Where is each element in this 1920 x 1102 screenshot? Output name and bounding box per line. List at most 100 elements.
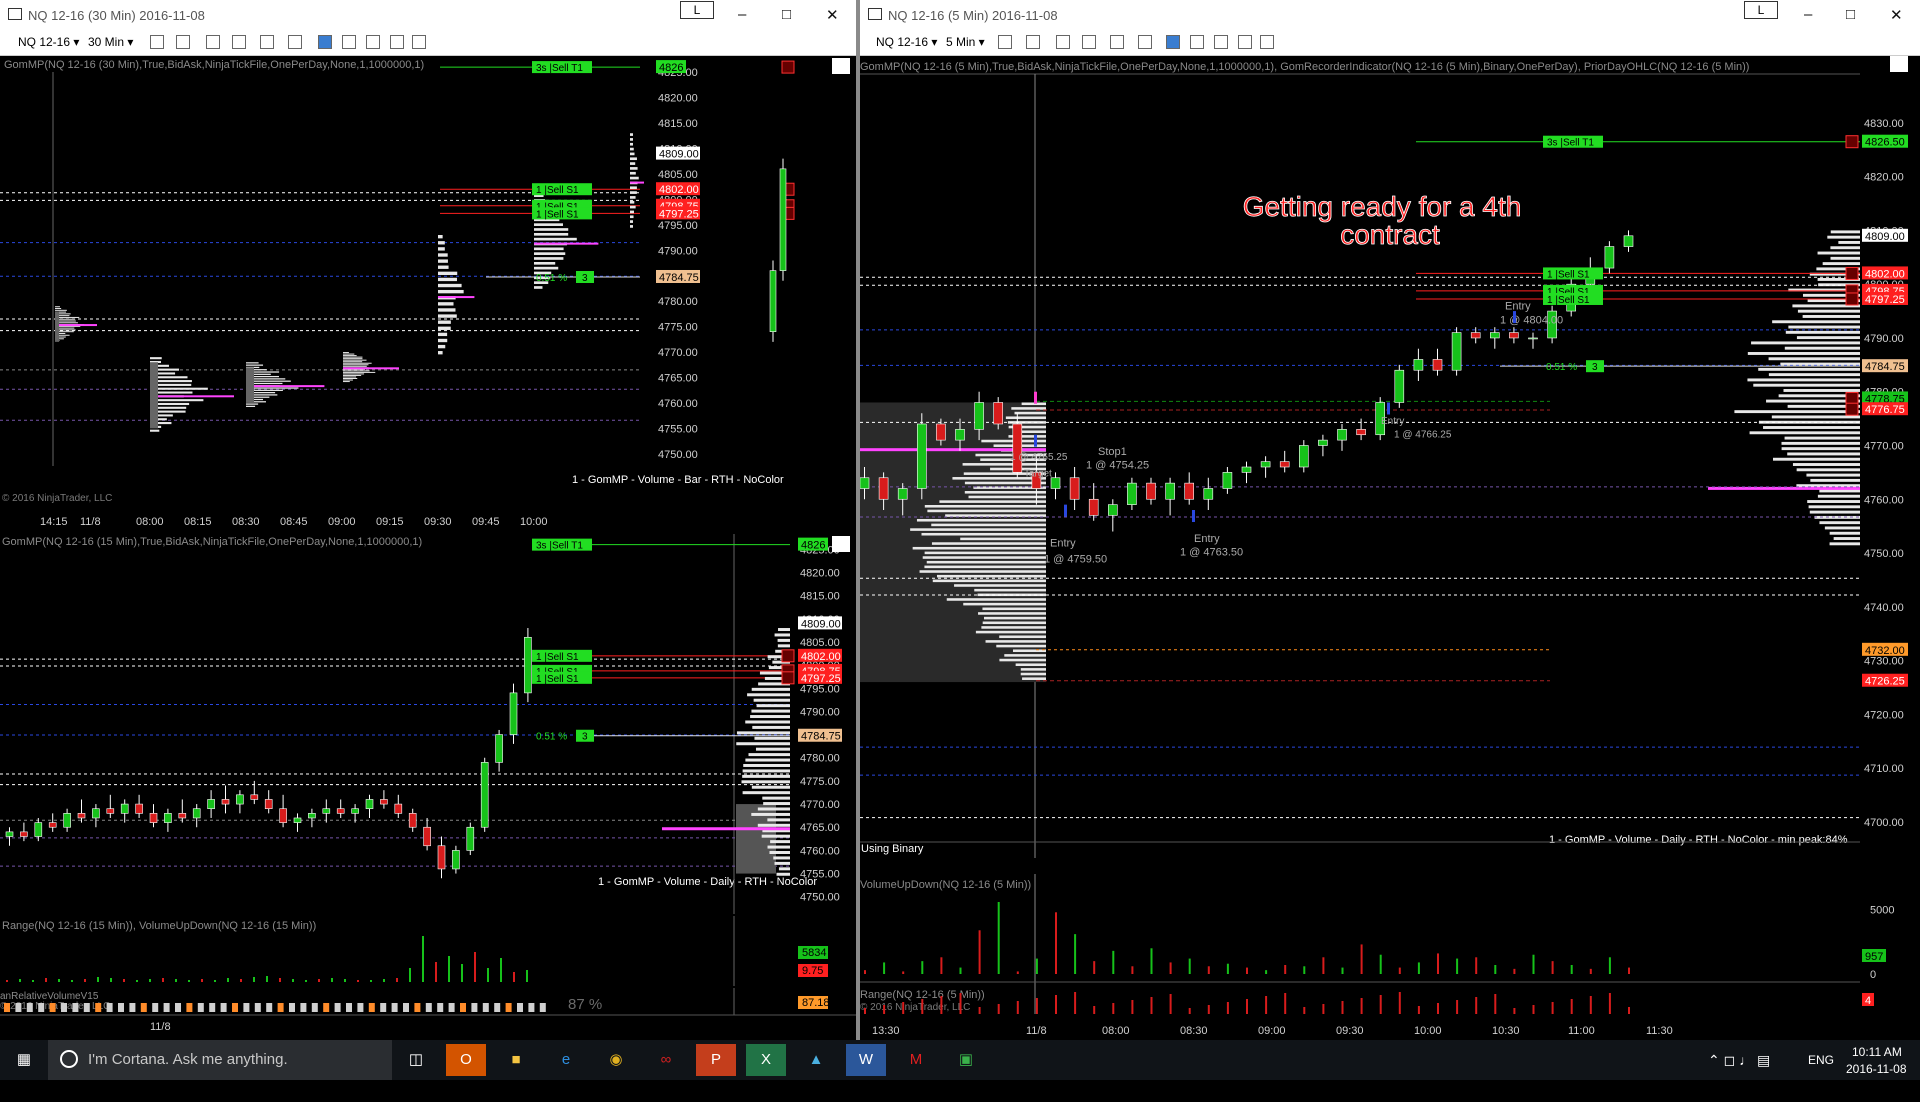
pencil-icon[interactable]: [176, 35, 190, 49]
left-title-bar[interactable]: NQ 12-16 (30 Min) 2016-11-08 L – □ ✕: [0, 0, 856, 30]
ninjatrader-icon[interactable]: ∞: [646, 1044, 686, 1076]
app-icon[interactable]: ▣: [946, 1044, 986, 1076]
properties-icon[interactable]: [1238, 35, 1252, 49]
right-main-pane[interactable]: GomMP(NQ 12-16 (5 Min),True,BidAsk,Ninja…: [860, 56, 1920, 858]
instrument-selector[interactable]: NQ 12-16 ▾: [18, 35, 79, 49]
volume-profile-bar: [1833, 537, 1860, 540]
maximize-icon[interactable]: □: [1846, 6, 1855, 23]
clock-date[interactable]: 2016-11-08: [1846, 1062, 1907, 1102]
cortana-search-box[interactable]: I'm Cortana. Ask me anything.: [48, 1040, 392, 1080]
word-icon[interactable]: W: [846, 1044, 886, 1076]
instrument-selector[interactable]: NQ 12-16 ▾: [876, 35, 937, 49]
relvol-percent: 87 %: [568, 996, 602, 1013]
minimize-icon[interactable]: –: [738, 6, 746, 23]
indicators-icon[interactable]: [1190, 35, 1204, 49]
right-title-bar[interactable]: NQ 12-16 (5 Min) 2016-11-08 L – □ ✕: [860, 0, 1920, 30]
candle-body: [1451, 332, 1462, 371]
pencil-icon[interactable]: [1026, 35, 1040, 49]
range-bar: [1456, 1000, 1459, 1014]
data-box-icon[interactable]: [412, 35, 426, 49]
link-button[interactable]: L: [680, 1, 714, 19]
range-bar: [1628, 1007, 1630, 1014]
volume-profile-bar: [742, 791, 790, 795]
chrome-icon[interactable]: ◉: [596, 1044, 636, 1076]
candlestick-icon[interactable]: [998, 35, 1012, 49]
volume-bar: [1360, 944, 1363, 974]
gmail-icon[interactable]: M: [896, 1044, 936, 1076]
volume-profile-bar: [736, 742, 790, 746]
outlook-icon[interactable]: O: [446, 1044, 486, 1076]
pct-qty: 3: [582, 732, 588, 743]
strategies-icon[interactable]: [1214, 35, 1228, 49]
link-button[interactable]: L: [1744, 1, 1778, 19]
tray-icons[interactable]: ⌃ ◻ ♩ ▤: [1708, 1052, 1770, 1092]
crosshair-icon[interactable]: [206, 35, 220, 49]
volume-profile-bar: [999, 658, 1046, 662]
volume-profile-bar: [767, 845, 790, 849]
data-box-icon[interactable]: [1260, 35, 1274, 49]
relvol-bar: [517, 1003, 523, 1012]
range-bar: [940, 996, 943, 1014]
left-middle-pane[interactable]: GomMP(NQ 12-16 (15 Min),True,BidAsk,Ninj…: [0, 534, 856, 914]
volume-profile-bar: [246, 362, 259, 364]
close-icon[interactable]: ✕: [1890, 6, 1903, 24]
task-view-icon[interactable]: ◫: [396, 1044, 436, 1076]
strategies-icon[interactable]: [366, 35, 380, 49]
relvol-tag-text: 87.18: [802, 997, 830, 1009]
bar-type-icon[interactable]: [1166, 35, 1180, 49]
volume-bar: [123, 979, 125, 982]
sell-price-tag-text: 4797.25: [801, 673, 841, 685]
drawing-tools-icon[interactable]: [150, 35, 164, 49]
time-axis-label: 14:15: [40, 516, 68, 528]
pointer-icon[interactable]: [232, 35, 246, 49]
volume-bar: [149, 979, 151, 982]
language-indicator[interactable]: ENG: [1808, 1053, 1834, 1093]
interval-selector[interactable]: 30 Min ▾: [88, 35, 133, 49]
edge-icon[interactable]: e: [546, 1044, 586, 1076]
crosshair-icon[interactable]: [1056, 35, 1070, 49]
pointer-icon[interactable]: [1082, 35, 1096, 49]
candle-body: [916, 423, 927, 489]
volume-profile-bar: [1005, 416, 1046, 420]
volume-bar: [1475, 957, 1478, 974]
minimize-icon[interactable]: –: [1804, 6, 1812, 23]
candle-body: [34, 822, 43, 837]
volume-bar: [214, 980, 216, 982]
relvol-bar: [232, 1003, 238, 1012]
right-volume-pane[interactable]: VolumeUpDown(NQ 12-16 (5 Min)) 5000 0 957: [860, 874, 1920, 984]
relvol-bar: [49, 1003, 56, 1012]
left-range-pane[interactable]: Range(NQ 12-16 (15 Min)), VolumeUpDown(N…: [0, 916, 856, 986]
volume-profile-bar: [777, 638, 790, 642]
volume-profile-bar: [1796, 468, 1860, 472]
zoom-icon[interactable]: [1138, 35, 1152, 49]
volume-profile-bar: [926, 560, 1046, 564]
close-icon[interactable]: ✕: [826, 6, 839, 24]
left-relvol-pane[interactable]: anRelativeVolumeV15 © 2016 NinjaTrader, …: [0, 988, 856, 1040]
candle-body: [524, 636, 532, 694]
thinkorswim-icon[interactable]: ▲: [796, 1044, 836, 1076]
candle-body: [1604, 246, 1615, 269]
range-bar: [1570, 999, 1573, 1014]
bar-type-icon[interactable]: [318, 35, 332, 49]
trade-mark-label: 1 @ 4754.25: [1086, 459, 1149, 471]
volume-profile-bar: [438, 308, 456, 312]
pointer-select-icon[interactable]: [260, 35, 274, 49]
zoom-icon[interactable]: [288, 35, 302, 49]
excel-icon[interactable]: X: [746, 1044, 786, 1076]
relvol-bar: [4, 1003, 10, 1012]
maximize-icon[interactable]: □: [782, 6, 791, 23]
windows-start-icon[interactable]: ▦: [4, 1044, 44, 1076]
order-label-sell-t1: 3s |Sell T1: [536, 63, 583, 74]
pointer-select-icon[interactable]: [1110, 35, 1124, 49]
right-range-pane[interactable]: Range(NQ 12-16 (5 Min)) © 2016 NinjaTrad…: [860, 984, 1920, 1040]
powerpoint-icon[interactable]: P: [696, 1044, 736, 1076]
interval-selector[interactable]: 5 Min ▾: [946, 35, 985, 49]
file-explorer-icon[interactable]: ■: [496, 1044, 536, 1076]
volume-profile-bar: [755, 747, 790, 751]
volume-bar: [19, 979, 21, 982]
indicators-icon[interactable]: [342, 35, 356, 49]
candle-body: [1127, 482, 1137, 505]
price-axis-label: 4700.00: [1864, 817, 1904, 829]
left-top-pane[interactable]: GomMP(NQ 12-16 (30 Min),True,BidAsk,Ninj…: [0, 56, 856, 532]
properties-icon[interactable]: [390, 35, 404, 49]
